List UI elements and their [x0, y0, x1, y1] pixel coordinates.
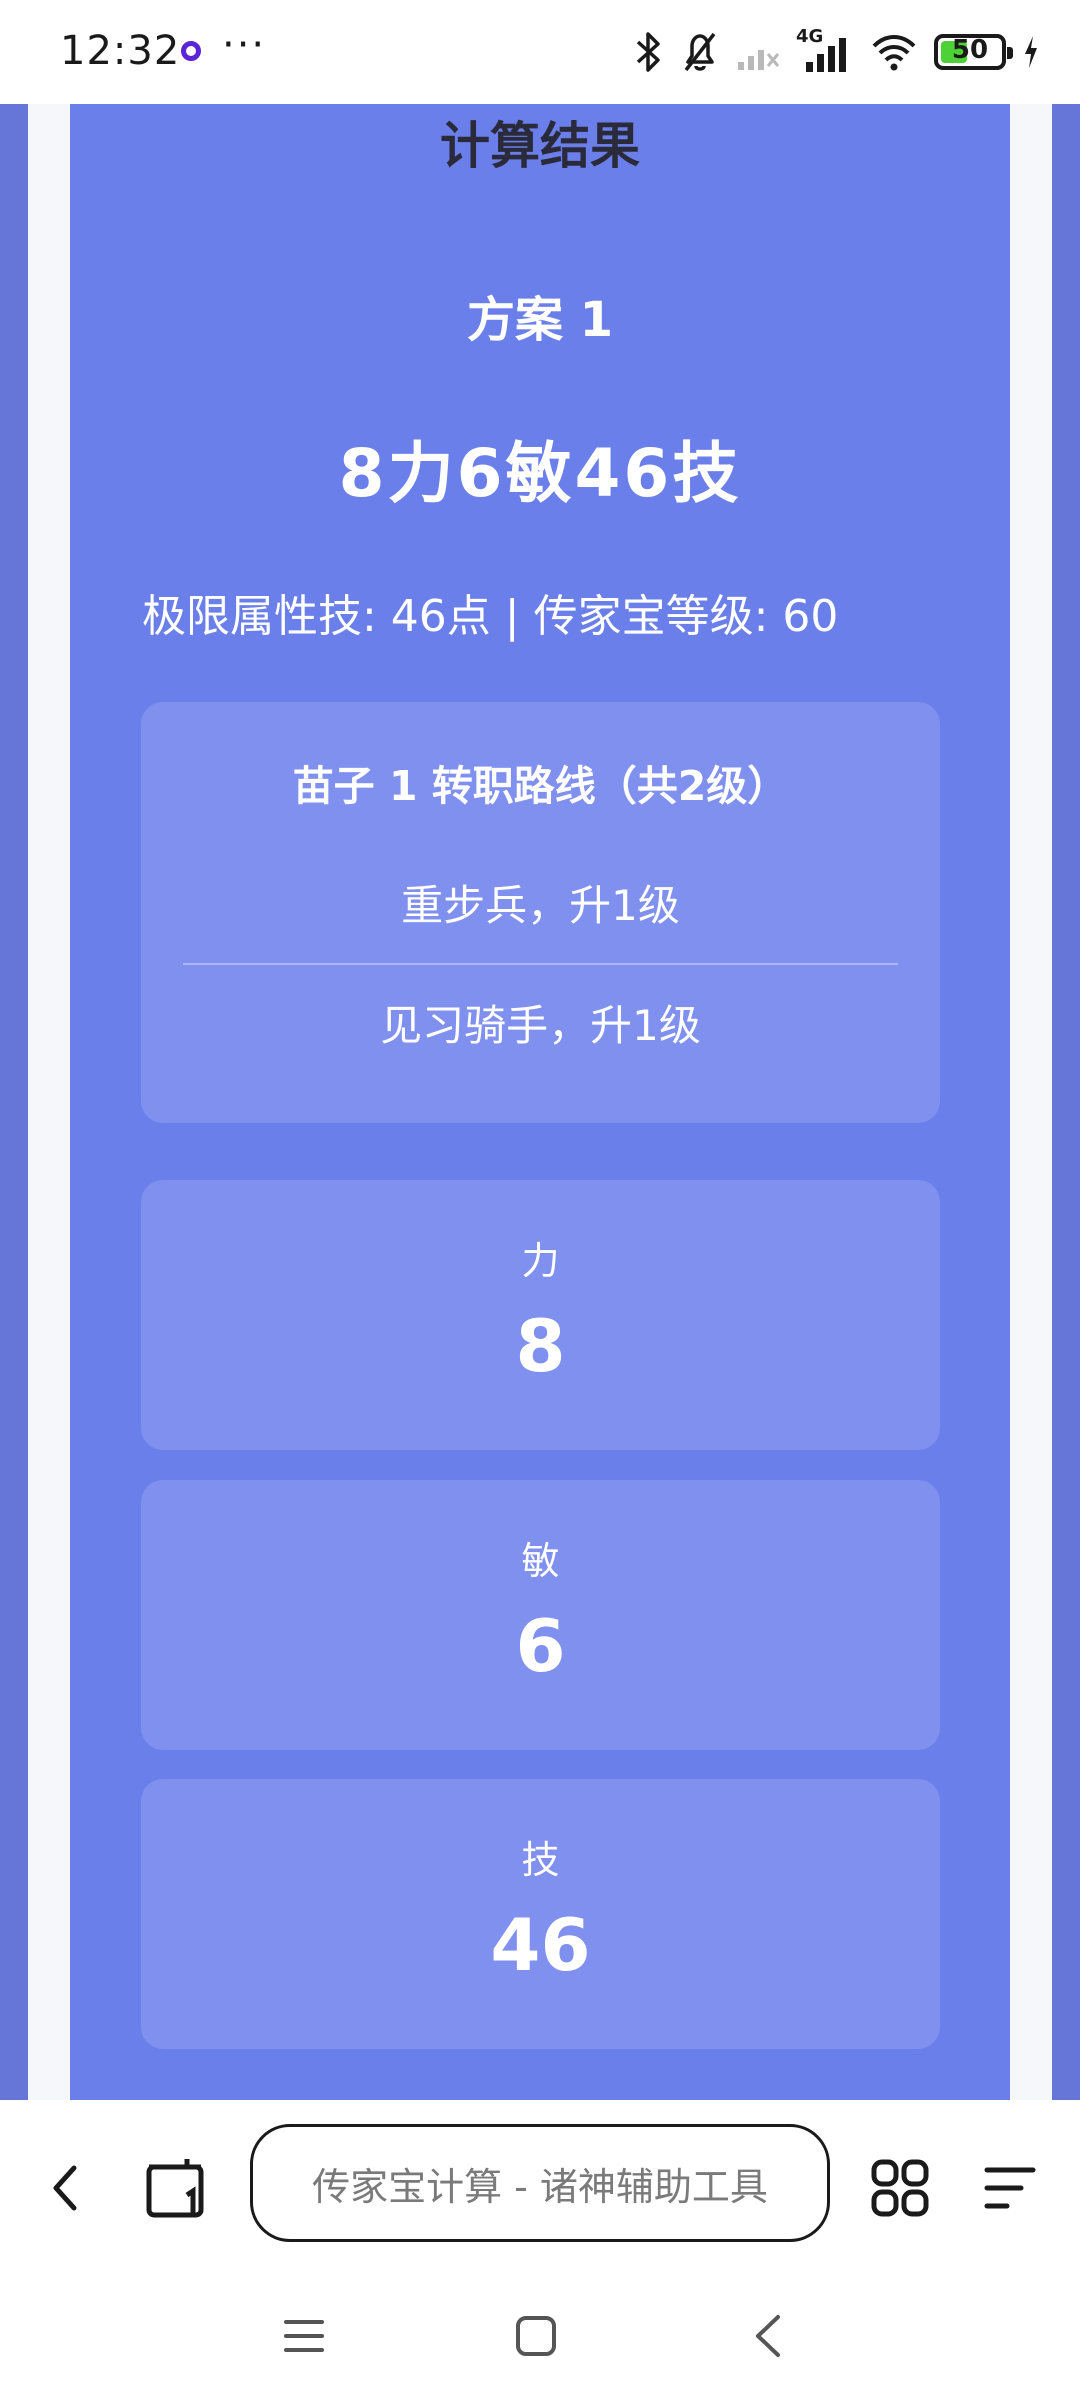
bluetooth-icon [636, 32, 660, 72]
system-nav-bar [0, 2270, 1080, 2400]
wifi-icon [872, 35, 916, 71]
route-card: 苗子 1 转职路线（共2级） 重步兵，升1级 见习骑手，升1级 [141, 702, 940, 1123]
stat-value: 8 [515, 1304, 566, 1388]
battery-percent: 50 [951, 35, 989, 65]
battery-icon: 50 [934, 34, 1013, 70]
status-icons: 4G 50 [634, 26, 1040, 76]
browser-menu-button[interactable] [974, 2152, 1046, 2224]
route-divider [183, 963, 898, 965]
route-step: 重步兵，升1级 [401, 881, 680, 930]
stat-value: 6 [515, 1604, 566, 1688]
plan-summary: 8力6敏46技 [338, 435, 742, 512]
back-icon [53, 2165, 77, 2211]
bell-muted-icon [684, 32, 716, 72]
page-title-text: 传家宝计算 - 诸神辅助工具 [312, 2164, 768, 2209]
apps-grid-icon [871, 2159, 929, 2217]
stat-label: 敏 [521, 1539, 560, 1583]
apps-button[interactable] [864, 2152, 936, 2224]
signal-4g-icon: 4G [796, 26, 854, 74]
system-back-button[interactable] [736, 2306, 800, 2366]
recent-apps-button[interactable] [272, 2306, 336, 2366]
stat-card-skill: 技 46 [141, 1779, 940, 2049]
browser-toolbar: 传家宝计算 - 诸神辅助工具 [0, 2100, 1080, 2270]
tabs-icon [146, 2159, 204, 2218]
stat-value: 46 [490, 1903, 591, 1987]
status-bar: 12:32 ··· 4G 50 [0, 0, 1080, 104]
stat-card-agility: 敏 6 [141, 1480, 940, 1750]
notification-dot-icon [181, 41, 201, 61]
signal-weak-icon [738, 50, 780, 70]
tabs-button[interactable] [140, 2152, 212, 2224]
back-icon [756, 2315, 780, 2357]
status-time: 12:32 [60, 28, 181, 74]
charging-icon [1025, 36, 1037, 68]
home-icon [516, 2316, 556, 2356]
result-section-title: 计算结果 [440, 117, 640, 175]
plan-title: 方案 1 [466, 292, 614, 348]
home-button[interactable] [504, 2306, 568, 2366]
route-step: 见习骑手，升1级 [380, 1001, 701, 1050]
route-title: 苗子 1 转职路线（共2级） [292, 762, 789, 810]
menu-icon [984, 2167, 1036, 2209]
limit-info: 极限属性技: 46点 | 传家宝等级: 60 [142, 591, 839, 642]
stat-label: 力 [521, 1239, 560, 1283]
stat-label: 技 [521, 1838, 560, 1882]
browser-back-button[interactable] [30, 2152, 102, 2224]
address-bar[interactable]: 传家宝计算 - 诸神辅助工具 [250, 2124, 830, 2242]
menu-icon [284, 2320, 324, 2352]
battery-tip [1007, 47, 1013, 59]
more-notifications-icon: ··· [222, 22, 267, 68]
stat-card-strength: 力 8 [141, 1180, 940, 1450]
